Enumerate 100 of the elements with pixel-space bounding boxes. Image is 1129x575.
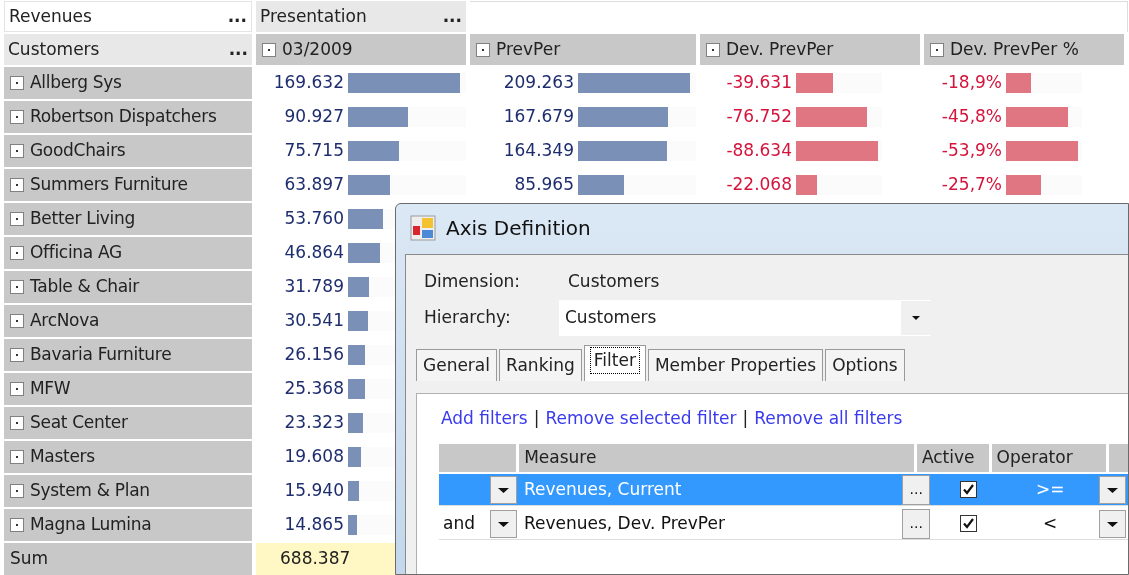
measure-selector[interactable]: Revenues ... (4, 1, 252, 32)
table-cell-text: -76.752 (725, 105, 792, 129)
row-label-text: Allberg Sys (30, 71, 122, 95)
row-label-text: Summers Furniture (30, 173, 188, 197)
tab[interactable]: Member Properties (647, 349, 824, 381)
column-header[interactable]: Dev. PrevPer (700, 34, 920, 65)
column-header-label: PrevPer (496, 37, 561, 61)
more-button[interactable]: ... (442, 3, 462, 30)
table-cell-text: -18,9% (940, 71, 1002, 95)
expand-icon[interactable] (10, 416, 24, 430)
more-button[interactable]: ... (228, 36, 248, 63)
row-label-text: MFW (30, 377, 71, 401)
row-label[interactable]: Better Living (4, 203, 252, 235)
filter-row[interactable]: and Revenues, Dev. PrevPer ... < (439, 508, 1128, 540)
row-label[interactable]: Officina AG (4, 237, 252, 269)
link[interactable]: Remove selected filter (545, 406, 737, 432)
expand-icon[interactable] (10, 110, 24, 124)
table-cell-text: 169.632 (272, 71, 344, 95)
row-label[interactable]: Robertson Dispatchers (4, 101, 252, 133)
table-cell-text: -88.634 (725, 139, 792, 163)
row-label[interactable]: System & Plan (4, 475, 252, 507)
row-label[interactable]: Allberg Sys (4, 67, 252, 99)
more-button[interactable]: ... (902, 508, 931, 539)
dropdown-button[interactable] (489, 509, 517, 538)
table-cell-text: 53.760 (283, 207, 344, 231)
expand-icon[interactable] (10, 348, 24, 362)
hierarchy-dropdown[interactable]: Customers (559, 300, 931, 336)
row-label-text: Magna Lumina (30, 513, 152, 537)
dropdown-button[interactable] (489, 475, 517, 504)
expand-icon[interactable] (10, 76, 24, 90)
row-label[interactable]: Bavaria Furniture (4, 339, 252, 371)
tab[interactable]: General (416, 349, 497, 381)
row-label[interactable]: Masters (4, 441, 252, 473)
table-cell-text: 14.865 (283, 513, 344, 537)
expand-icon[interactable] (10, 382, 24, 396)
presentation-selector[interactable]: Presentation ... (256, 1, 466, 32)
column-header-label: Dev. PrevPer (726, 37, 834, 61)
table-cell-text: 25.368 (283, 377, 344, 401)
table-cell-text: 15.940 (283, 479, 344, 503)
expand-icon[interactable] (10, 212, 24, 226)
column-header[interactable]: PrevPer (470, 34, 696, 65)
expand-icon[interactable] (706, 42, 720, 57)
table-cell-text: 26.156 (283, 343, 344, 367)
connector-value: and (443, 511, 475, 535)
row-label[interactable]: GoodChairs (4, 135, 252, 167)
expand-icon[interactable] (10, 144, 24, 158)
column-header[interactable]: Active (916, 444, 989, 472)
row-label[interactable]: Summers Furniture (4, 169, 252, 201)
more-button[interactable]: ... (902, 474, 931, 505)
table-cell-text: 167.679 (502, 105, 574, 129)
link[interactable]: Remove all filters (754, 406, 903, 432)
measure-cell-text: Revenues, Current (523, 477, 682, 501)
column-header-label: 03/2009 (282, 37, 353, 61)
app-icon (410, 215, 436, 241)
dropdown-button[interactable] (1099, 509, 1126, 538)
row-label-text: Masters (30, 445, 95, 469)
column-header[interactable]: Measure (519, 444, 914, 472)
row-label[interactable]: Seat Center (4, 407, 252, 439)
expand-icon[interactable] (10, 314, 24, 328)
table-cell-text: 31.789 (283, 275, 344, 299)
column-header[interactable]: Dev. PrevPer % (924, 34, 1124, 65)
row-label[interactable]: Magna Lumina (4, 509, 252, 541)
row-label-text: Robertson Dispatchers (30, 105, 217, 129)
row-label[interactable]: Table & Chair (4, 271, 252, 303)
table-cell-text: -25,7% (940, 173, 1002, 197)
column-header[interactable]: 03/2009 (256, 34, 466, 65)
more-button[interactable]: ... (227, 3, 247, 30)
tab[interactable]: Ranking (499, 349, 582, 381)
expand-icon[interactable] (10, 450, 24, 464)
filter-row[interactable]: Revenues, Current ... >= (439, 474, 1128, 506)
expand-icon[interactable] (10, 280, 24, 294)
table-cell-text: 90.927 (283, 105, 344, 129)
row-label[interactable]: MFW (4, 373, 252, 405)
column-header[interactable]: Operator (991, 444, 1106, 472)
link[interactable]: Add filters (441, 406, 528, 432)
row-label-text: System & Plan (30, 479, 150, 503)
table-cell-text: -22.068 (725, 173, 792, 197)
expand-icon[interactable] (10, 518, 24, 532)
expand-icon[interactable] (930, 42, 944, 57)
row-label-text: GoodChairs (30, 139, 126, 163)
expand-icon[interactable] (10, 484, 24, 498)
expand-icon[interactable] (10, 178, 24, 192)
row-label[interactable]: ArcNova (4, 305, 252, 337)
table-cell-text: 209.263 (502, 71, 574, 95)
expand-icon[interactable] (476, 42, 490, 57)
table-cell-text: 46.864 (283, 241, 344, 265)
expand-icon[interactable] (10, 246, 24, 260)
row-label-text: ArcNova (30, 309, 100, 333)
tab[interactable]: Options (825, 349, 905, 381)
expand-icon[interactable] (262, 42, 276, 57)
separator: | (533, 407, 540, 431)
tab[interactable]: Filter (583, 345, 646, 381)
table-cell-text: 23.323 (283, 411, 344, 435)
dropdown-button[interactable] (1099, 475, 1126, 504)
separator: | (742, 407, 749, 431)
table-cell-text: -53,9% (940, 139, 1002, 163)
row-header[interactable]: Customers ... (4, 34, 252, 65)
checkbox[interactable] (960, 515, 978, 532)
field-value: Customers (568, 270, 660, 294)
checkbox[interactable] (960, 481, 978, 498)
